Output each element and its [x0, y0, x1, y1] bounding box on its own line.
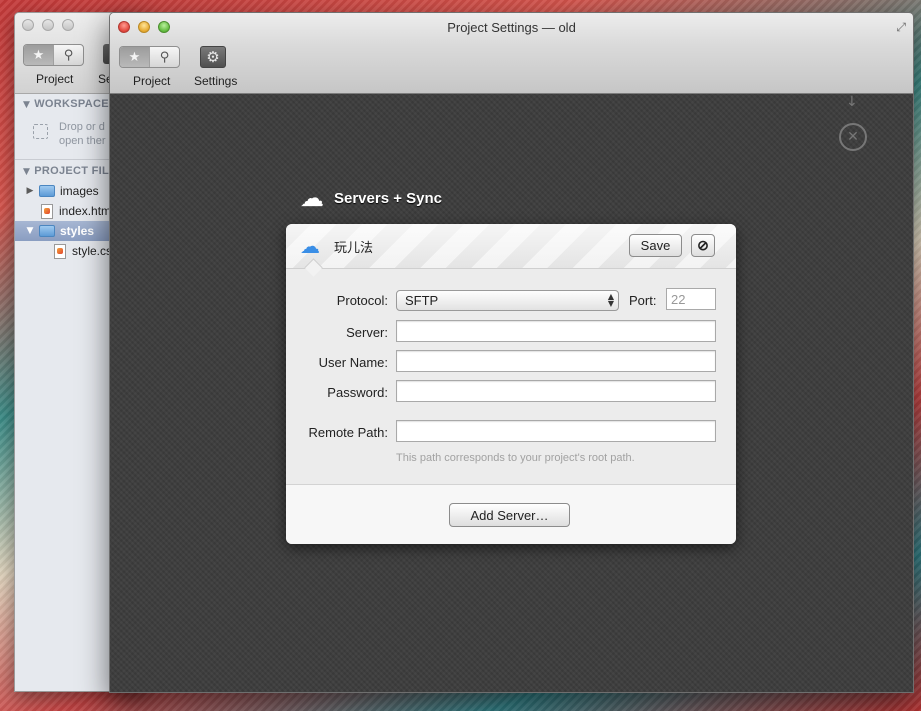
- folder-icon: [39, 185, 55, 197]
- close-circle-icon[interactable]: ✕: [839, 123, 867, 151]
- settings-content: ↓ ✕ ☁ Servers + Sync ☁ 玩儿法 Save ⊘ Protoc…: [110, 94, 913, 692]
- save-button[interactable]: Save: [629, 234, 682, 257]
- html-file-icon: [41, 203, 53, 219]
- password-label: Password:: [327, 385, 388, 400]
- disclosure-down-icon[interactable]: ▼: [25, 226, 35, 236]
- section-heading: ☁ Servers + Sync: [300, 184, 442, 212]
- star-icon[interactable]: ★: [120, 47, 149, 67]
- arrow-down-icon[interactable]: ↓: [846, 94, 858, 110]
- search-icon[interactable]: ⚲: [53, 45, 83, 65]
- settings-tab-label[interactable]: Settings: [194, 74, 237, 88]
- workspace-drop-hint: Drop or d open ther: [59, 121, 106, 147]
- server-card-footer: Add Server…: [286, 484, 736, 544]
- back-window-traffic-lights: [22, 19, 74, 31]
- drop-target-icon: [33, 124, 48, 139]
- back-project-tab-label: Project: [36, 72, 74, 86]
- back-project-segmented-control: ★ ⚲: [23, 44, 84, 66]
- password-field[interactable]: [396, 380, 716, 402]
- protocol-label: Protocol:: [336, 293, 388, 308]
- no-entry-icon[interactable]: ⊘: [691, 234, 715, 257]
- disclosure-right-icon[interactable]: ▶: [25, 186, 35, 196]
- server-field[interactable]: [396, 320, 716, 342]
- disclosure-down-icon: ▼: [23, 167, 31, 177]
- window-title: Project Settings — old: [447, 20, 576, 35]
- main-window-titlebar: Project Settings — old ⤢ ★ ⚲ ⚙ Project S…: [110, 13, 913, 94]
- css-file-icon: [54, 243, 66, 259]
- cloud-icon: ☁: [300, 184, 324, 212]
- port-field[interactable]: 22: [666, 288, 716, 310]
- protocol-select[interactable]: SFTP ▲ ▼: [396, 290, 619, 311]
- project-files-heading[interactable]: ▼ PROJECT FILE: [23, 165, 117, 177]
- remote-path-field[interactable]: [396, 420, 716, 442]
- add-server-button[interactable]: Add Server…: [449, 503, 570, 527]
- back-close-button[interactable]: [22, 19, 34, 31]
- fullscreen-icon[interactable]: ⤢: [896, 20, 906, 35]
- port-label: Port:: [629, 293, 657, 308]
- folder-icon: [39, 225, 55, 237]
- select-arrows-icon: ▲ ▼: [607, 292, 614, 308]
- gear-icon[interactable]: ⚙: [200, 46, 226, 68]
- search-icon[interactable]: ⚲: [149, 47, 179, 67]
- server-label: Server:: [346, 325, 388, 340]
- remote-path-label: Remote Path:: [308, 425, 389, 440]
- back-zoom-button[interactable]: [62, 19, 74, 31]
- server-card: ☁ 玩儿法 Save ⊘ Protocol: Server: User Name…: [286, 224, 736, 544]
- disclosure-down-icon: ▼: [23, 100, 31, 110]
- username-label: User Name:: [318, 355, 388, 370]
- project-segmented-control: ★ ⚲: [119, 46, 180, 68]
- username-field[interactable]: [396, 350, 716, 372]
- remote-path-hint: This path corresponds to your project's …: [396, 452, 635, 464]
- star-icon[interactable]: ★: [24, 45, 53, 65]
- project-tab-label[interactable]: Project: [133, 74, 170, 88]
- back-minimize-button[interactable]: [42, 19, 54, 31]
- project-settings-window: Project Settings — old ⤢ ★ ⚲ ⚙ Project S…: [109, 12, 914, 693]
- workspace-heading[interactable]: ▼ WORKSPACE: [23, 98, 109, 110]
